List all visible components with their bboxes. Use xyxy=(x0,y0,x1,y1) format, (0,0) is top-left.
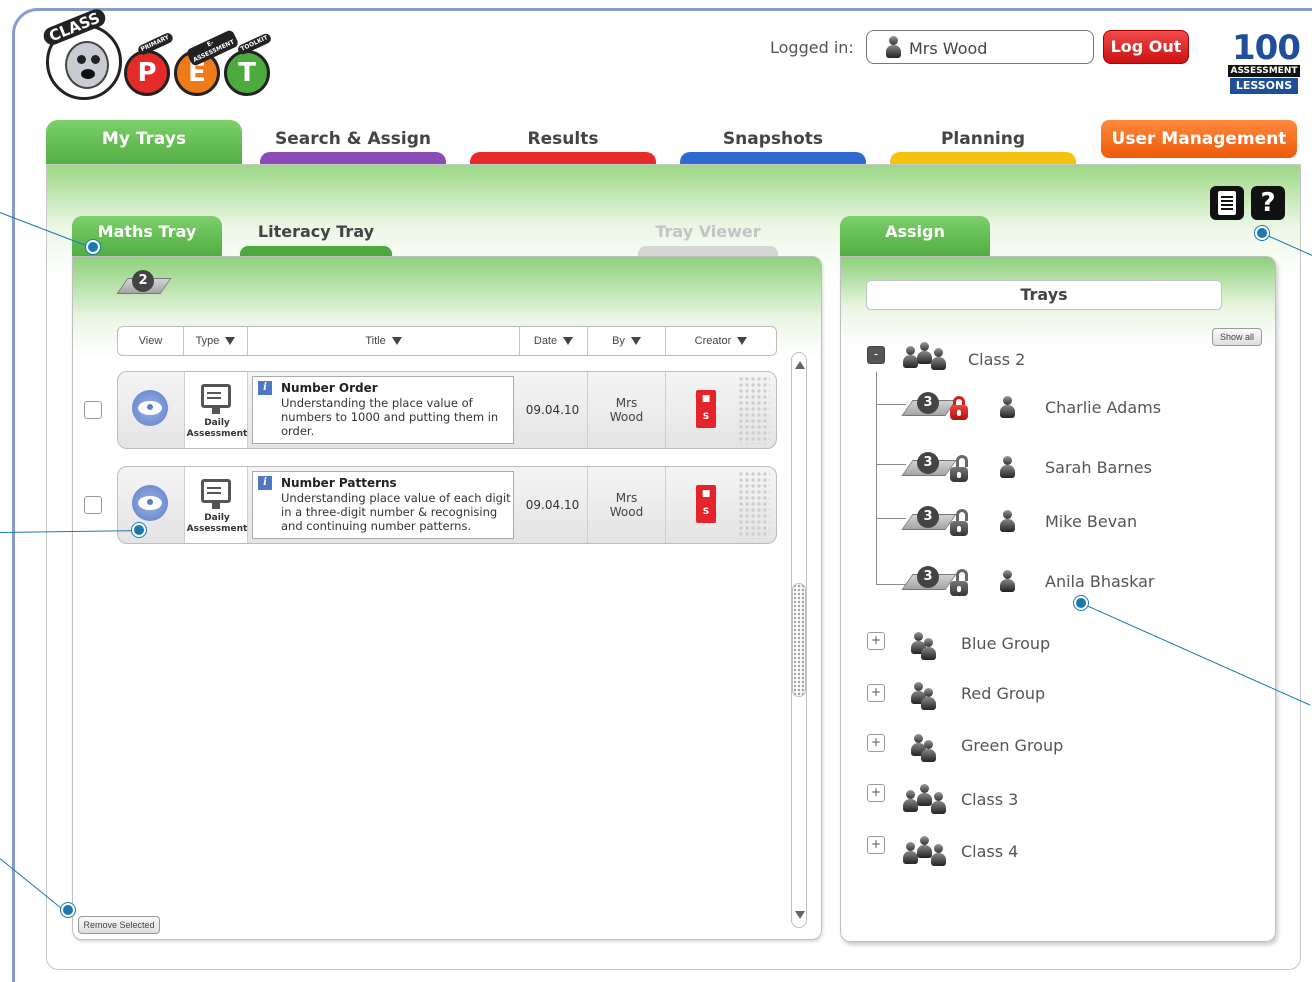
student-icon xyxy=(999,510,1015,532)
vertical-scrollbar[interactable] xyxy=(791,352,807,928)
logged-in-label: Logged in: xyxy=(770,38,854,57)
drag-handle[interactable] xyxy=(738,471,770,539)
student-name[interactable]: Sarah Barnes xyxy=(1045,458,1152,477)
tray-count-badge: 2 xyxy=(116,270,174,306)
user-icon xyxy=(885,36,901,58)
group-label[interactable]: Green Group xyxy=(961,736,1063,755)
logo-letter-p: P PRIMARY xyxy=(124,31,174,96)
creator-book-icon: ■ S xyxy=(696,390,716,428)
student-name[interactable]: Anila Bhaskar xyxy=(1045,572,1155,591)
table-header: View Type Title Date By Creator xyxy=(117,326,777,356)
title-cell[interactable]: i Number Order Understanding the place v… xyxy=(252,376,514,444)
view-eye-icon[interactable] xyxy=(132,390,168,426)
expand-toggle[interactable]: + xyxy=(867,684,885,702)
help-icon[interactable]: ? xyxy=(1251,186,1285,220)
info-icon: i xyxy=(258,381,272,395)
annotation-pin xyxy=(86,240,100,254)
student-tray-icon[interactable]: 3 xyxy=(901,392,957,422)
class-2-label[interactable]: Class 2 xyxy=(968,350,1025,369)
tab-literacy-tray[interactable]: Literacy Tray xyxy=(232,216,400,256)
type-cell: Daily Assessment xyxy=(184,372,248,448)
assessment-lessons-badge: 100 ASSESSMENT LESSONS xyxy=(1228,28,1301,96)
student-tray-icon[interactable]: 3 xyxy=(901,506,957,536)
collapse-toggle[interactable]: - xyxy=(867,346,885,364)
tab-results[interactable]: Results xyxy=(460,120,666,166)
student-tray-icon[interactable]: 3 xyxy=(901,452,957,482)
by-cell: Mrs Wood xyxy=(588,372,666,448)
sort-arrow-icon xyxy=(225,337,236,346)
date-cell: 09.04.10 xyxy=(518,467,588,543)
notes-icon[interactable] xyxy=(1210,186,1244,220)
sort-arrow-icon xyxy=(737,337,748,346)
annotation-pin xyxy=(132,523,146,537)
student-icon xyxy=(999,456,1015,478)
scroll-thumb[interactable] xyxy=(792,583,806,697)
expand-toggle[interactable]: + xyxy=(867,734,885,752)
username-text: Mrs Wood xyxy=(909,39,988,58)
logout-button[interactable]: Log Out xyxy=(1103,30,1189,64)
table-row: Daily Assessment i Number Order Understa… xyxy=(117,371,777,449)
unlocked-icon[interactable] xyxy=(950,569,968,596)
annotation-pin xyxy=(1255,226,1269,240)
by-cell: Mrs Wood xyxy=(588,467,666,543)
col-by[interactable]: By xyxy=(588,327,666,355)
unlocked-icon[interactable] xyxy=(950,455,968,482)
tab-assign[interactable]: Assign xyxy=(840,216,990,260)
trays-header: Trays xyxy=(866,280,1222,310)
col-creator[interactable]: Creator xyxy=(666,327,776,355)
class-pet-logo: CLASS P PRIMARY E E-ASSESSMENT T TOOLKIT xyxy=(40,6,274,102)
student-name[interactable]: Charlie Adams xyxy=(1045,398,1161,417)
group-label[interactable]: Red Group xyxy=(961,684,1045,703)
view-eye-icon[interactable] xyxy=(132,485,168,521)
assessment-monitor-icon xyxy=(201,384,231,408)
logo-letter-e: E E-ASSESSMENT xyxy=(174,29,240,96)
col-view: View xyxy=(118,327,184,355)
expand-toggle[interactable]: + xyxy=(867,836,885,854)
group-label[interactable]: Blue Group xyxy=(961,634,1050,653)
app-window: CLASS P PRIMARY E E-ASSESSMENT T TOOLKIT Lo… xyxy=(0,0,1312,982)
tab-snapshots[interactable]: Snapshots xyxy=(670,120,876,166)
tray-panel xyxy=(72,256,822,940)
drag-handle[interactable] xyxy=(738,376,770,444)
logo-letter-t: T TOOLKIT xyxy=(224,32,273,96)
student-tray-icon[interactable]: 3 xyxy=(901,566,957,596)
tab-search-assign[interactable]: Search & Assign xyxy=(250,120,456,166)
sort-arrow-icon xyxy=(563,337,574,346)
expand-toggle[interactable]: + xyxy=(867,632,885,650)
sort-arrow-icon xyxy=(630,337,641,346)
locked-icon[interactable] xyxy=(950,396,968,420)
col-title[interactable]: Title xyxy=(248,327,520,355)
student-name[interactable]: Mike Bevan xyxy=(1045,512,1137,531)
date-cell: 09.04.10 xyxy=(518,372,588,448)
row-checkbox[interactable] xyxy=(84,496,102,514)
tab-planning[interactable]: Planning xyxy=(880,120,1086,166)
info-icon: i xyxy=(258,476,272,490)
creator-book-icon: ■ S xyxy=(696,485,716,523)
tab-tray-viewer[interactable]: Tray Viewer xyxy=(630,216,786,256)
class-label[interactable]: Class 4 xyxy=(961,842,1018,861)
row-checkbox[interactable] xyxy=(84,401,102,419)
scroll-down-arrow-icon[interactable] xyxy=(795,911,805,919)
annotation-pin xyxy=(61,903,75,917)
assessment-monitor-icon xyxy=(201,479,231,503)
type-cell: Daily Assessment xyxy=(184,467,248,543)
col-date[interactable]: Date xyxy=(520,327,588,355)
sort-arrow-icon xyxy=(391,337,402,346)
expand-toggle[interactable]: + xyxy=(867,784,885,802)
show-all-button[interactable]: Show all xyxy=(1212,328,1262,346)
annotation-pin xyxy=(1074,596,1088,610)
class-label[interactable]: Class 3 xyxy=(961,790,1018,809)
tray-icon: 2 xyxy=(116,270,172,300)
username-field: Mrs Wood xyxy=(866,30,1094,64)
tab-my-trays[interactable]: My Trays xyxy=(46,120,242,170)
tab-user-management[interactable]: User Management xyxy=(1101,120,1297,158)
unlocked-icon[interactable] xyxy=(950,509,968,536)
student-icon xyxy=(999,570,1015,592)
col-type[interactable]: Type xyxy=(184,327,248,355)
student-icon xyxy=(999,396,1015,418)
remove-selected-button[interactable]: Remove Selected xyxy=(78,916,160,934)
scroll-up-arrow-icon[interactable] xyxy=(795,361,805,369)
table-row: Daily Assessment i Number Patterns Under… xyxy=(117,466,777,544)
title-cell[interactable]: i Number Patterns Understanding place va… xyxy=(252,471,514,539)
